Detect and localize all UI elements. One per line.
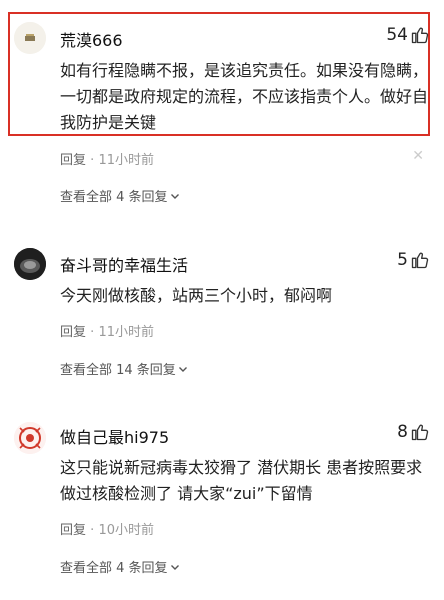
avatar-image — [14, 22, 46, 54]
avatar-image — [14, 422, 46, 454]
comment-time: 11小时前 — [98, 153, 154, 168]
comment-time: 10小时前 — [98, 523, 154, 538]
like-count-value: 54 — [386, 25, 408, 45]
like-count-value: 5 — [397, 250, 408, 270]
view-all-label: 查看全部 14 条回复 — [60, 363, 176, 378]
view-all-replies[interactable]: 查看全部 14 条回复 — [60, 359, 188, 378]
thumbs-up-icon — [411, 27, 429, 44]
reply-button[interactable]: 回复 — [60, 523, 86, 538]
thumbs-up-icon — [411, 252, 429, 269]
username[interactable]: 做自己最hi975 — [60, 424, 169, 448]
comment-text: 这只能说新冠病毒太狡猾了 潜伏期长 患者按照要求做过核酸检测了 请大家“zui”… — [60, 458, 423, 503]
username[interactable]: 荒漠666 — [60, 27, 123, 51]
view-all-replies[interactable]: 查看全部 4 条回复 — [60, 557, 180, 576]
comment-text: 今天刚做核酸，站两三个小时，郁闷啊 — [60, 286, 333, 305]
chevron-down-icon — [178, 366, 187, 372]
view-all-label: 查看全部 4 条回复 — [60, 190, 168, 205]
comment-meta: 回复 · 10小时前 — [60, 519, 154, 538]
reply-button[interactable]: 回复 — [60, 325, 86, 340]
meta-separator: · — [90, 153, 95, 168]
like-count[interactable]: 8 — [397, 422, 430, 442]
avatar[interactable] — [14, 22, 46, 54]
comment-item: 荒漠666 54 如有行程隐瞒不报，是该追究责任。如果没有隐瞒，一切都是政府规定… — [0, 0, 444, 212]
comment-text: 如有行程隐瞒不报，是该追究责任。如果没有隐瞒，一切都是政府规定的流程，不应该指责… — [60, 61, 429, 132]
chevron-down-icon — [170, 564, 179, 570]
view-all-label: 查看全部 4 条回复 — [60, 561, 168, 576]
avatar-image — [14, 248, 46, 280]
comment-meta: 回复 · 11小时前 — [60, 321, 154, 340]
like-count[interactable]: 5 — [397, 250, 430, 270]
chevron-down-icon — [170, 193, 179, 199]
view-all-replies[interactable]: 查看全部 4 条回复 — [60, 186, 180, 205]
comment-time: 11小时前 — [98, 325, 154, 340]
thumbs-up-icon — [411, 424, 429, 441]
username[interactable]: 奋斗哥的幸福生活 — [60, 252, 188, 276]
like-count[interactable]: 54 — [386, 25, 430, 45]
avatar[interactable] — [14, 248, 46, 280]
meta-separator: · — [90, 325, 95, 340]
reply-button[interactable]: 回复 — [60, 153, 86, 168]
meta-separator: · — [90, 523, 95, 538]
close-icon[interactable]: ✕ — [412, 148, 424, 164]
comment-meta: 回复 · 11小时前 — [60, 149, 154, 168]
like-count-value: 8 — [397, 422, 408, 442]
avatar[interactable] — [14, 422, 46, 454]
